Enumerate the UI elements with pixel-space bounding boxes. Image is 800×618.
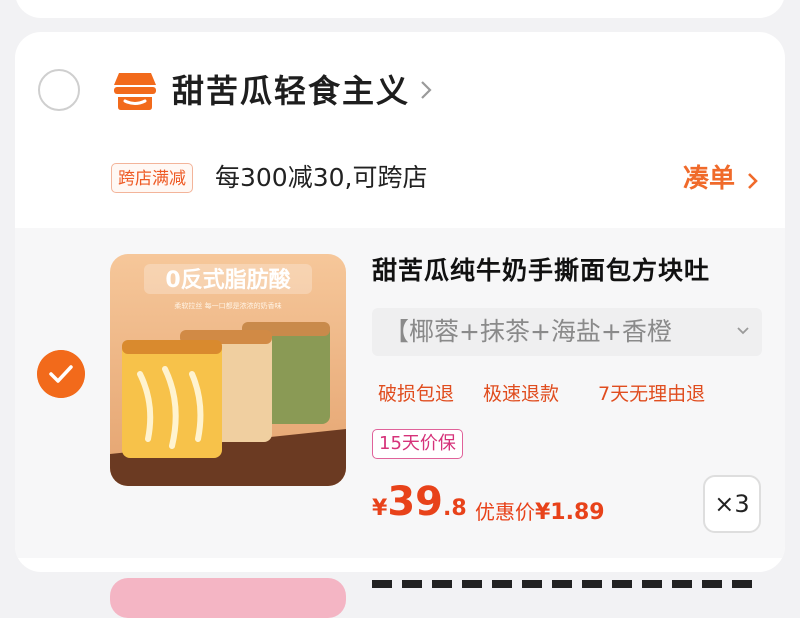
product-thumbnail[interactable]: 0反式脂肪酸 柔软拉丝 每一口都是浓浓的奶香味 [110,254,346,486]
price-protection-badge: 15天价保 [372,429,463,459]
previous-card [15,0,785,18]
image-subline: 柔软拉丝 每一口都是浓浓的奶香味 [174,301,281,310]
quantity-stepper[interactable]: ×3 [703,475,761,533]
price-symbol: ¥ [372,496,388,521]
promo-tag: 跨店满减 [111,163,193,193]
variant-selector[interactable]: 【椰蓉+抹茶+海盐+香橙 [372,308,762,356]
shop-logo-icon [114,73,156,110]
store-header: 甜苦瓜轻食主义 跨店满减 每300减30,可跨店 凑单 [15,32,785,228]
discount-label: 优惠价 [475,500,535,524]
variant-text: 【椰蓉+抹茶+海盐+香橙 [384,317,672,346]
chevron-right-icon[interactable] [419,79,433,101]
product-price: ¥39.8 [372,479,467,525]
chevron-down-icon [737,327,749,335]
service-tag: 极速退款 [483,383,560,405]
service-tag: 7天无理由退 [598,383,706,405]
price-decimal: .8 [442,496,467,521]
promo-text: 每300减30,可跨店 [215,163,428,192]
chevron-right-icon[interactable] [746,171,760,191]
price-integer: 39 [387,479,443,525]
image-headline: 0反式脂肪酸 [165,267,291,293]
checked-checkbox-icon[interactable] [37,350,85,398]
store-card: 甜苦瓜轻食主义 跨店满减 每300减30,可跨店 凑单 0反式脂肪酸 柔软拉丝 … [15,32,785,572]
discount-value: ¥1.89 [535,500,605,525]
cou-dan-link[interactable]: 凑单 [683,162,735,196]
store-select-radio-icon[interactable] [38,69,80,111]
discount-price: 优惠价¥1.89 [475,496,605,525]
next-product-title-fragment [372,580,752,588]
product-title[interactable]: 甜苦瓜纯牛奶手撕面包方块吐 [372,254,772,288]
store-name[interactable]: 甜苦瓜轻食主义 [172,69,410,113]
service-tag: 破损包退 [378,383,455,405]
cart-item-row[interactable]: 0反式脂肪酸 柔软拉丝 每一口都是浓浓的奶香味 甜苦瓜纯牛奶手撕面包方块吐 【椰… [15,228,785,558]
next-product-thumbnail[interactable] [110,578,346,618]
